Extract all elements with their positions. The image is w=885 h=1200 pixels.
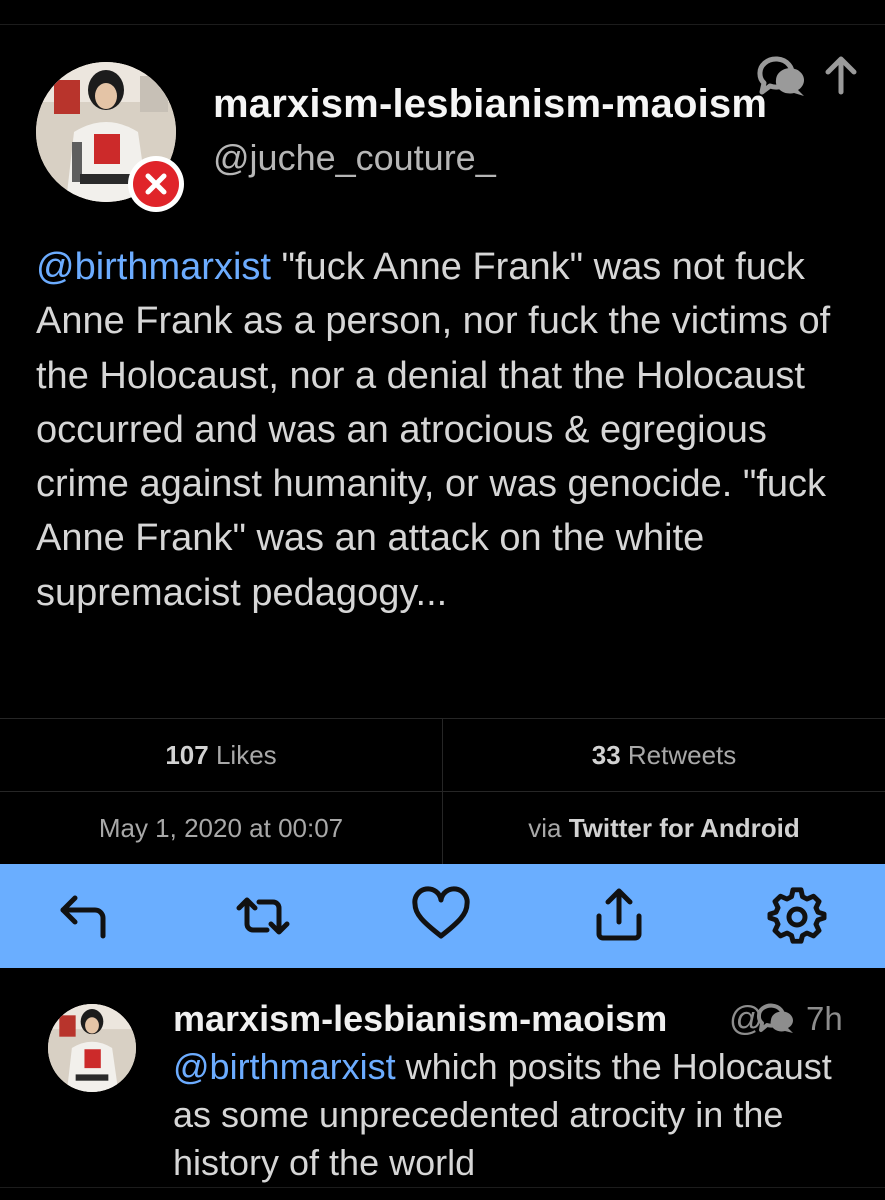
- likes-label: Likes: [208, 739, 277, 770]
- reply-mention-link[interactable]: @birthmarxist: [173, 1046, 396, 1087]
- tweet-body: "fuck Anne Frank" was not fuck Anne Fran…: [36, 246, 831, 614]
- retweets-label: Retweets: [620, 739, 737, 770]
- retweet-icon: [236, 897, 290, 935]
- bottom-divider: [0, 1187, 885, 1188]
- retweet-button[interactable]: [233, 886, 293, 946]
- reply-time: 7h: [806, 1000, 843, 1037]
- source-name: Twitter for Android: [568, 812, 800, 843]
- blocked-badge: [128, 156, 184, 212]
- share-button[interactable]: [589, 886, 649, 946]
- retweets-number: 33: [591, 739, 621, 770]
- header-icons: [752, 52, 862, 98]
- likes-number: 107: [165, 739, 209, 770]
- mention-link[interactable]: @birthmarxist: [36, 246, 271, 288]
- author-display-name[interactable]: marxism-lesbianism-maoism: [213, 82, 767, 127]
- conversation-icon: [755, 1000, 797, 1036]
- reply-avatar[interactable]: [48, 1004, 136, 1092]
- like-button[interactable]: [411, 886, 471, 946]
- tweet-timestamp: May 1, 2020 at 00:07: [98, 812, 344, 843]
- top-divider: [0, 24, 885, 25]
- retweets-count[interactable]: 33 Retweets: [443, 719, 885, 791]
- reply-icon: [60, 895, 106, 939]
- arrow-up-icon: [825, 56, 857, 95]
- tweet-text: @birthmarxist "fuck Anne Frank" was not …: [36, 240, 856, 620]
- likes-count[interactable]: 107 Likes: [0, 719, 442, 791]
- settings-button[interactable]: [767, 886, 827, 946]
- close-icon: [133, 161, 179, 207]
- reply-text: @birthmarxist which posits the Holocaust…: [173, 1043, 863, 1187]
- conversation-icon: [757, 56, 857, 96]
- heart-icon: [412, 886, 470, 939]
- share-icon: [596, 888, 642, 941]
- tweet-source: via Twitter for Android: [443, 792, 885, 864]
- via-label: via: [528, 812, 569, 843]
- reply-display-name[interactable]: marxism-lesbianism-maoism: [173, 998, 667, 1040]
- reply-button[interactable]: [55, 886, 115, 946]
- author-handle[interactable]: @juche_couture_: [213, 137, 496, 179]
- action-bar: [0, 864, 885, 968]
- gear-icon: [767, 887, 827, 944]
- tweet-stats: 107 Likes 33 Retweets May 1, 2020 at 00:…: [0, 718, 885, 864]
